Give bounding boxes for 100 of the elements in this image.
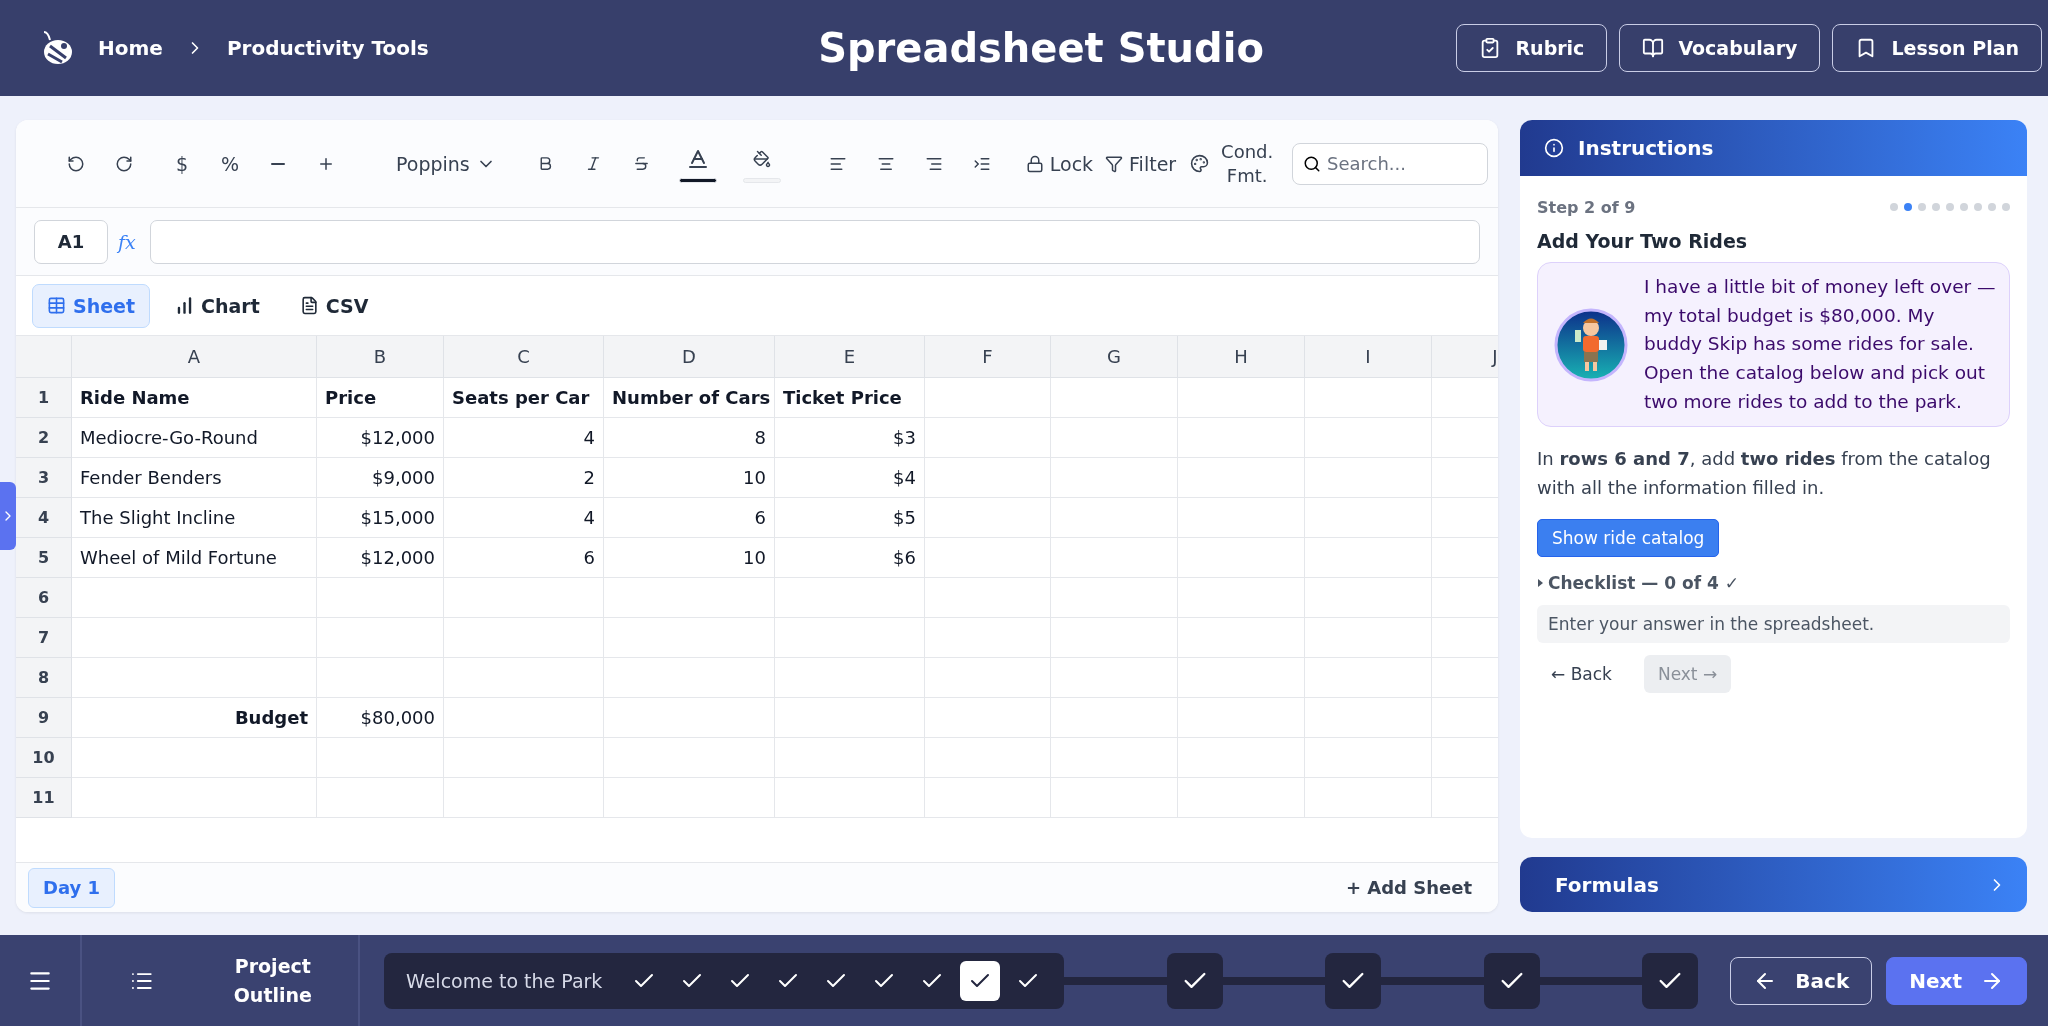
table-cell[interactable]: The Slight Incline — [72, 498, 317, 538]
column-header[interactable]: E — [775, 336, 925, 378]
table-cell[interactable] — [1305, 618, 1432, 658]
table-cell[interactable] — [72, 658, 317, 698]
step-dot[interactable] — [1960, 203, 1968, 211]
table-cell[interactable] — [72, 738, 317, 778]
table-cell[interactable] — [1178, 778, 1305, 818]
table-cell[interactable] — [775, 738, 925, 778]
table-cell[interactable] — [444, 698, 604, 738]
table-cell[interactable] — [1178, 738, 1305, 778]
table-cell[interactable] — [1051, 658, 1178, 698]
row-header[interactable]: 9 — [16, 698, 72, 738]
table-cell[interactable] — [1305, 698, 1432, 738]
step-dot[interactable] — [1918, 203, 1926, 211]
table-cell[interactable] — [1051, 778, 1178, 818]
table-cell[interactable] — [1178, 418, 1305, 458]
table-cell[interactable] — [775, 658, 925, 698]
table-cell[interactable]: 10 — [604, 538, 775, 578]
add-sheet-button[interactable]: + Add Sheet — [1339, 876, 1478, 899]
breadcrumb-link[interactable]: Home — [98, 36, 163, 60]
table-cell[interactable]: $12,000 — [317, 538, 444, 578]
table-cell[interactable]: 10 — [604, 458, 775, 498]
lock-button[interactable]: Lock — [1019, 141, 1100, 186]
lesson-button[interactable] — [1483, 952, 1540, 1009]
table-cell[interactable] — [72, 578, 317, 618]
table-cell[interactable] — [925, 778, 1051, 818]
row-header[interactable]: 11 — [16, 778, 72, 818]
table-cell[interactable]: $9,000 — [317, 458, 444, 498]
table-cell[interactable] — [1305, 458, 1432, 498]
table-cell[interactable]: 2 — [444, 458, 604, 498]
table-cell[interactable]: $3 — [775, 418, 925, 458]
table-cell[interactable] — [1305, 658, 1432, 698]
table-cell[interactable]: Ticket Price — [775, 378, 925, 418]
table-cell[interactable] — [925, 578, 1051, 618]
table-cell[interactable] — [317, 578, 444, 618]
column-header[interactable]: A — [72, 336, 317, 378]
lesson-button[interactable] — [1325, 952, 1382, 1009]
table-cell[interactable]: $12,000 — [317, 418, 444, 458]
table-cell[interactable] — [604, 658, 775, 698]
worksheet-tab[interactable]: Day 1 — [28, 867, 116, 908]
currency-button[interactable]: $ — [158, 141, 206, 186]
view-tab[interactable]: CSV — [284, 283, 384, 328]
column-header[interactable]: B — [317, 336, 444, 378]
table-cell[interactable] — [775, 618, 925, 658]
table-cell[interactable]: Ride Name — [72, 378, 317, 418]
catalog-button[interactable]: Show ride catalog — [1537, 518, 1720, 557]
column-header[interactable]: I — [1305, 336, 1432, 378]
step-dot[interactable] — [1932, 203, 1940, 211]
table-cell[interactable] — [1305, 578, 1432, 618]
table-cell[interactable]: Mediocre-Go-Round — [72, 418, 317, 458]
table-cell[interactable] — [925, 498, 1051, 538]
table-cell[interactable] — [1305, 498, 1432, 538]
table-cell[interactable]: 6 — [604, 498, 775, 538]
lesson-button[interactable] — [1642, 952, 1699, 1009]
table-cell[interactable] — [925, 458, 1051, 498]
table-cell[interactable] — [604, 618, 775, 658]
lesson-button[interactable] — [1166, 952, 1223, 1009]
view-tab[interactable]: Chart — [160, 283, 275, 328]
table-cell[interactable] — [317, 618, 444, 658]
table-cell[interactable] — [444, 658, 604, 698]
header-button[interactable]: Rubric — [1456, 24, 1608, 72]
sidebar-toggle[interactable] — [0, 482, 16, 550]
step-dot[interactable] — [1946, 203, 1954, 211]
row-header[interactable]: 8 — [16, 658, 72, 698]
table-cell[interactable] — [1051, 498, 1178, 538]
table-cell[interactable]: 4 — [444, 418, 604, 458]
row-header[interactable]: 6 — [16, 578, 72, 618]
table-cell[interactable] — [604, 698, 775, 738]
checklist-toggle[interactable]: Checklist — 0 of 4 ✓ — [1537, 572, 1739, 593]
table-cell[interactable] — [444, 618, 604, 658]
table-cell[interactable]: Wheel of Mild Fortune — [72, 538, 317, 578]
table-cell[interactable] — [444, 778, 604, 818]
cell-reference[interactable]: A1 — [34, 219, 108, 264]
search-field[interactable]: Search... — [1292, 142, 1488, 185]
row-header[interactable]: 1 — [16, 378, 72, 418]
row-header[interactable]: 3 — [16, 458, 72, 498]
table-cell[interactable] — [1305, 378, 1432, 418]
table-cell[interactable] — [1051, 618, 1178, 658]
table-cell[interactable]: 6 — [444, 538, 604, 578]
column-header[interactable]: G — [1051, 336, 1178, 378]
table-cell[interactable] — [1051, 418, 1178, 458]
filter-button[interactable]: Filter — [1099, 141, 1183, 186]
font-select[interactable]: Poppins — [390, 141, 502, 186]
table-cell[interactable] — [1178, 458, 1305, 498]
table-cell[interactable] — [1178, 618, 1305, 658]
table-cell[interactable] — [1178, 578, 1305, 618]
table-cell[interactable] — [925, 738, 1051, 778]
row-header[interactable]: 7 — [16, 618, 72, 658]
breadcrumb-link[interactable]: Productivity Tools — [226, 36, 429, 60]
table-cell[interactable] — [444, 738, 604, 778]
step-dot[interactable] — [1988, 203, 1996, 211]
table-cell[interactable] — [604, 778, 775, 818]
step-dot[interactable] — [1974, 203, 1982, 211]
back-button[interactable]: ← Back — [1537, 654, 1626, 693]
table-cell[interactable] — [1051, 738, 1178, 778]
step-button[interactable] — [960, 960, 1001, 1001]
table-cell[interactable] — [925, 618, 1051, 658]
table-cell[interactable] — [1178, 498, 1305, 538]
table-cell[interactable] — [1305, 418, 1432, 458]
table-cell[interactable] — [1051, 458, 1178, 498]
